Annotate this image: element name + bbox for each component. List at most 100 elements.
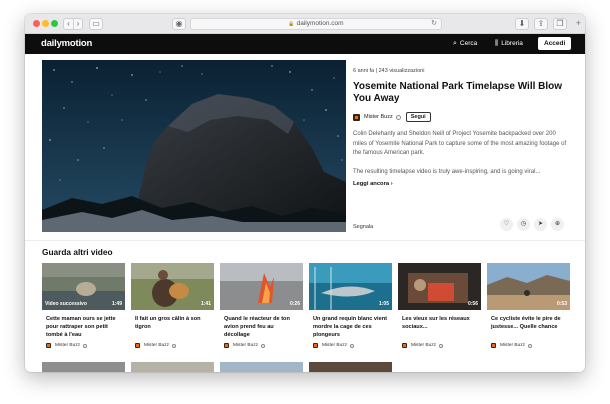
channel-avatar <box>46 343 51 348</box>
channel-avatar <box>135 343 140 348</box>
card-channel-name[interactable]: Mister Buzz <box>55 343 80 348</box>
card-channel-name[interactable]: Mister Buzz <box>411 343 436 348</box>
video-thumbnail[interactable] <box>131 362 214 372</box>
new-tab-icon[interactable]: + <box>576 18 581 28</box>
related-video-card[interactable]: 0:53 Ce cycliste évite le pire de justes… <box>487 263 570 354</box>
verified-icon <box>528 343 533 348</box>
video-age: 6 anni fa <box>353 68 375 74</box>
channel-avatar <box>224 343 229 348</box>
minimize-window-button[interactable] <box>42 20 49 27</box>
related-video-card[interactable]: 0:26 Quand le réacteur de ton avion pren… <box>220 263 303 354</box>
card-channel: Mister Buzz <box>42 343 125 348</box>
related-section-title: Guarda altri video <box>42 247 113 257</box>
video-description-1: Colin Delehanty and Sheldon Neill of Pro… <box>353 131 567 157</box>
verified-icon <box>350 343 355 348</box>
card-channel: Mister Buzz <box>220 343 303 348</box>
next-video-badge: Video successivo <box>45 301 87 307</box>
card-title[interactable]: Il fait un gros câlin à son tigron <box>131 315 214 340</box>
browser-toolbar: ‹ › ▭ ◉ 🔒 dailymotion.com ↻ ⬇ ⇪ ❐ + <box>25 14 585 34</box>
report-link[interactable]: Segnala <box>353 224 373 230</box>
verified-icon <box>395 114 401 120</box>
card-title[interactable]: Quand le réacteur de ton avion prend feu… <box>220 315 303 340</box>
card-channel: Mister Buzz <box>131 343 214 348</box>
like-icon[interactable]: ♡ <box>500 218 513 231</box>
card-channel-name[interactable]: Mister Buzz <box>500 343 525 348</box>
read-more-link[interactable]: Leggi ancora › <box>353 181 571 187</box>
downloads-icon[interactable]: ⬇ <box>515 18 529 30</box>
channel-row: Mister Buzz Segui <box>353 112 571 122</box>
video-duration: 0:26 <box>289 301 300 307</box>
channel-avatar <box>313 343 318 348</box>
verified-icon <box>172 343 177 348</box>
related-video-card[interactable]: 1:41 Il fait un gros câlin à son tigron … <box>131 263 214 354</box>
url-text: dailymotion.com <box>296 20 344 27</box>
library-label: Libreria <box>501 40 523 47</box>
site-header: dailymotion ⌕ Cerca ⫼ Libreria Accedi <box>25 34 585 54</box>
privacy-shield-icon[interactable]: ◉ <box>172 18 186 30</box>
close-window-button[interactable] <box>33 20 40 27</box>
video-thumbnail[interactable] <box>220 362 303 372</box>
share-icon[interactable]: ➤ <box>534 218 547 231</box>
video-duration: 0:56 <box>467 301 478 307</box>
video-thumbnail[interactable] <box>309 362 392 372</box>
reload-icon[interactable]: ↻ <box>431 19 437 29</box>
video-actions: ♡ ◷ ➤ ⊕ <box>500 218 564 231</box>
card-title[interactable]: Cette maman ours se jette pour rattraper… <box>42 315 125 340</box>
login-button[interactable]: Accedi <box>538 37 572 50</box>
video-thumbnail[interactable]: 0:53 <box>487 263 570 310</box>
channel-avatar[interactable] <box>353 113 360 121</box>
card-channel: Mister Buzz <box>398 343 481 348</box>
lock-icon: 🔒 <box>288 21 295 27</box>
channel-avatar <box>402 343 407 348</box>
search-button[interactable]: ⌕ Cerca <box>453 40 477 48</box>
video-thumbnail-image <box>42 60 346 232</box>
related-video-card[interactable]: 1:05 Un grand requin blanc vient mordre … <box>309 263 392 354</box>
back-button[interactable]: ‹ <box>63 18 73 30</box>
dailymotion-logo[interactable]: dailymotion <box>41 38 92 49</box>
verified-icon <box>83 343 88 348</box>
video-meta: 6 anni fa | 243 visualizzazioni <box>353 68 425 74</box>
video-thumbnail[interactable]: 0:26 <box>220 263 303 310</box>
card-channel-name[interactable]: Mister Buzz <box>322 343 347 348</box>
channel-avatar <box>491 343 496 348</box>
video-duration: 1:41 <box>200 301 211 307</box>
verified-icon <box>261 343 266 348</box>
related-video-card[interactable]: Video successivo 1:49 Cette maman ours s… <box>42 263 125 354</box>
library-button[interactable]: ⫼ Libreria <box>495 40 523 48</box>
share-icon[interactable]: ⇪ <box>534 18 548 30</box>
card-channel-name[interactable]: Mister Buzz <box>233 343 258 348</box>
video-thumbnail[interactable]: 1:41 <box>131 263 214 310</box>
card-channel: Mister Buzz <box>487 343 570 348</box>
card-channel-name[interactable]: Mister Buzz <box>144 343 169 348</box>
video-thumbnail[interactable]: 0:56 <box>398 263 481 310</box>
video-duration: 0:53 <box>556 301 567 307</box>
tabs-overview-icon[interactable]: ❐ <box>553 18 567 30</box>
add-to-playlist-icon[interactable]: ⊕ <box>551 218 564 231</box>
search-icon: ⌕ <box>453 40 457 47</box>
library-icon: ⫼ <box>495 40 499 47</box>
follow-button[interactable]: Segui <box>405 112 431 122</box>
related-video-card[interactable]: 0:56 Les vieux sur les réseaux sociaux..… <box>398 263 481 354</box>
video-views: 243 visualizzazioni <box>378 68 425 74</box>
video-description-2: The resulting timelapse video is truly a… <box>353 168 541 175</box>
video-duration: 1:49 <box>111 301 122 307</box>
forward-button[interactable]: › <box>73 18 83 30</box>
sidebar-toggle-icon[interactable]: ▭ <box>89 18 103 30</box>
channel-name[interactable]: Mister Buzz <box>364 114 393 120</box>
search-label: Cerca <box>459 40 478 47</box>
video-title: Yosemite National Park Timelapse Will Bl… <box>353 81 563 104</box>
video-thumbnail[interactable]: Video successivo 1:49 <box>42 263 125 310</box>
watch-later-icon[interactable]: ◷ <box>517 218 530 231</box>
address-bar[interactable]: 🔒 dailymotion.com ↻ <box>190 18 442 30</box>
video-duration: 1:05 <box>378 301 389 307</box>
card-title[interactable]: Ce cycliste évite le pire de justesse...… <box>487 315 570 340</box>
divider <box>25 240 585 241</box>
video-player[interactable] <box>42 60 346 232</box>
video-thumbnail[interactable]: 1:05 <box>309 263 392 310</box>
card-channel: Mister Buzz <box>309 343 392 348</box>
video-thumbnail[interactable] <box>42 362 125 372</box>
card-title[interactable]: Les vieux sur les réseaux sociaux... <box>398 315 481 340</box>
zoom-window-button[interactable] <box>51 20 58 27</box>
verified-icon <box>439 343 444 348</box>
card-title[interactable]: Un grand requin blanc vient mordre la ca… <box>309 315 392 340</box>
